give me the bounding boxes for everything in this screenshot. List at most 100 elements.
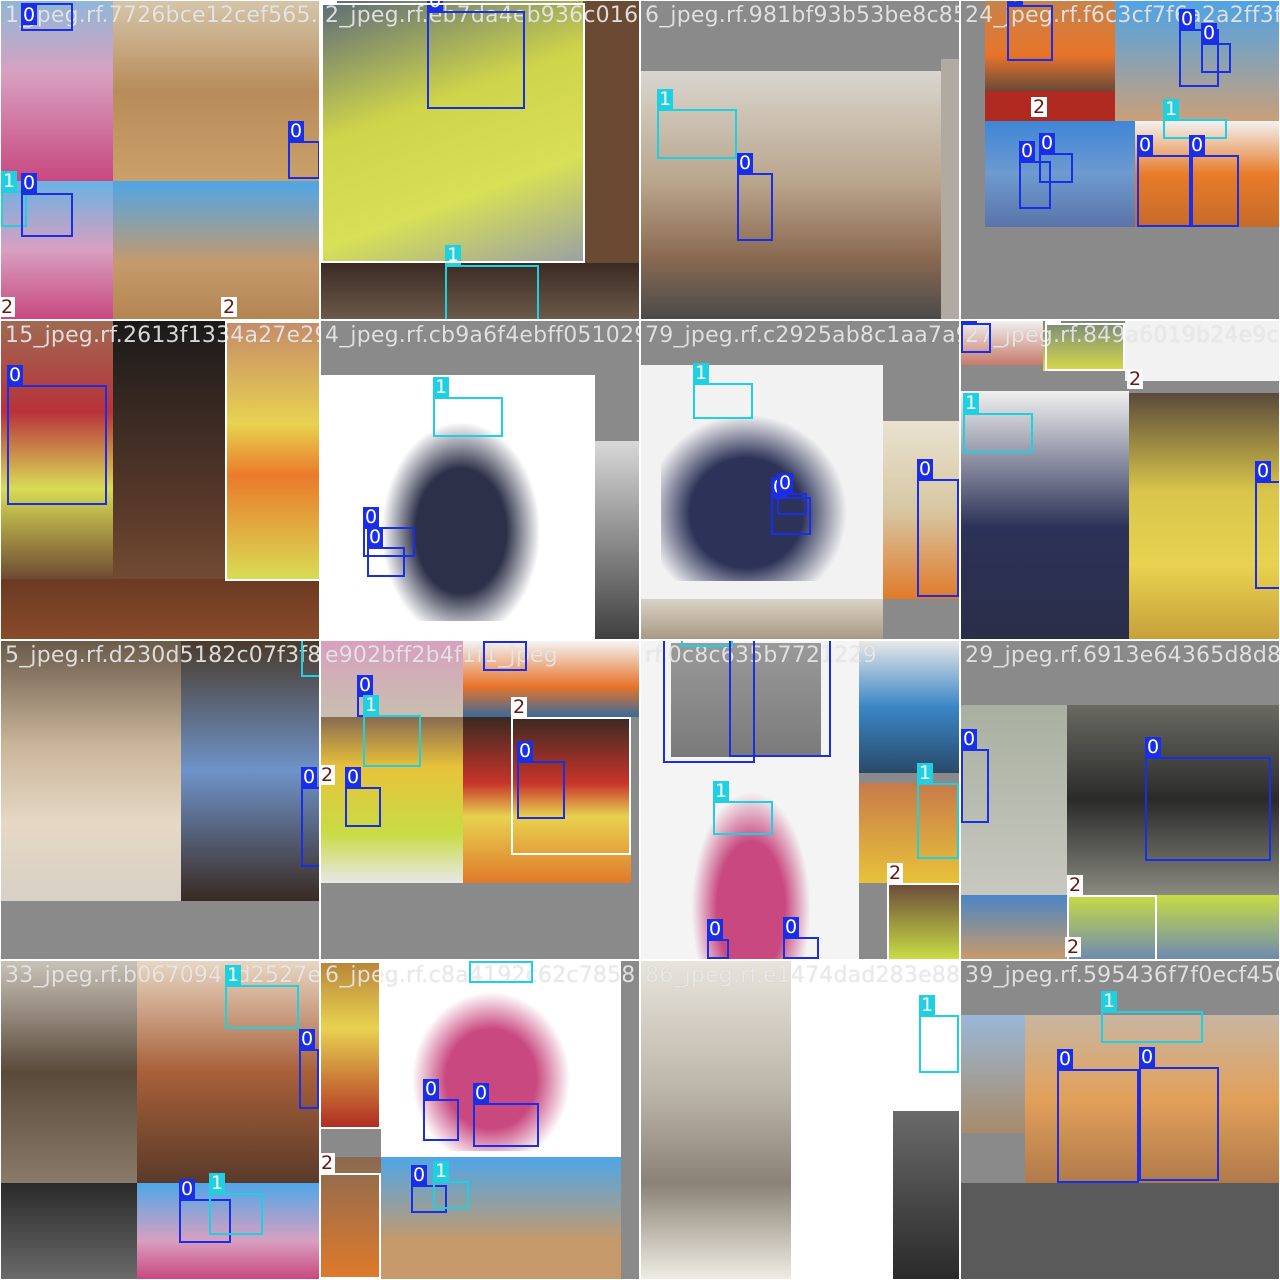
class-label: 2: [221, 296, 238, 318]
bbox: 2: [1031, 97, 1085, 129]
tile-title: 86_jpeg.rf.e1474dad283e884: [645, 963, 959, 988]
bbox: 2: [1127, 369, 1279, 401]
class-label: 0: [411, 1164, 428, 1186]
tile-title: 29_jpeg.rf.6913e64365d8d8dc: [965, 643, 1279, 668]
class-label: 0: [423, 1078, 440, 1100]
class-label: 2: [321, 1152, 336, 1174]
mosaic-tile: e902bff2b4f1f1_jpeg 0 0 1 0 2 0 2: [321, 641, 639, 959]
class-label: 0: [1057, 1048, 1074, 1070]
mosaic-tile: 27_jpeg.rf.849a6019b24e9c92 0 1 2 0 2: [961, 321, 1279, 639]
bbox: 0: [1201, 23, 1231, 73]
class-label: 0: [917, 458, 934, 480]
mosaic-tile: 5_jpeg.rf.d230d5182c07f3f8 1 0 0: [1, 641, 319, 959]
class-label: 0: [301, 766, 318, 788]
bbox: 0: [961, 321, 991, 353]
bbox: 0: [21, 3, 73, 31]
bbox: 0: [1057, 1049, 1139, 1183]
mosaic-tile: 33_jpeg.rf.b0670941d2527e99 1 0 0 1: [1, 961, 319, 1279]
class-label: 1: [919, 994, 936, 1016]
bbox: 1: [433, 377, 503, 437]
class-label: 0: [783, 916, 800, 938]
class-label: 2: [1, 296, 16, 318]
bbox: 0: [483, 641, 527, 671]
class-label: 2: [1065, 936, 1082, 958]
mosaic-tile: 24_jpeg.rf.f6c3cf7f6a2a2ff3f3 0 0 0 2 1 …: [961, 1, 1279, 319]
bbox: 2: [511, 697, 631, 855]
class-label: 0: [1255, 460, 1272, 482]
bbox: 0: [1255, 461, 1279, 589]
mosaic-tile: rf.0c8c635b7721229 0 1 0 1 1 0 0 2: [641, 641, 959, 959]
bbox: 0: [1137, 135, 1193, 227]
class-label: 1: [1163, 98, 1180, 120]
bbox: 0: [777, 473, 807, 515]
class-label: 1: [363, 694, 380, 716]
bbox: 0: [345, 767, 381, 827]
bbox: 1: [445, 245, 539, 319]
class-label: 1: [713, 780, 730, 802]
class-label: 0: [1019, 140, 1036, 162]
class-label: 1: [433, 1160, 450, 1182]
class-label: 0: [473, 1082, 490, 1104]
class-label: 0: [707, 918, 724, 940]
bbox: 2: [321, 1153, 381, 1279]
class-label: 0: [21, 4, 38, 26]
class-label: 2: [887, 862, 904, 884]
bbox: 1: [301, 641, 319, 677]
class-label: 1: [225, 964, 242, 986]
bbox: 2: [321, 1, 585, 263]
bbox: 0: [473, 1083, 539, 1147]
bbox: 0: [21, 173, 73, 237]
class-label: 0: [1139, 1046, 1156, 1068]
mosaic-tile: 6_jpeg.rf.981bf93b53be8c85bcbb9c 1 0: [641, 1, 959, 319]
class-label: 0: [1201, 22, 1218, 44]
bbox: 1: [209, 1173, 263, 1235]
class-label: 0: [299, 1028, 316, 1050]
class-label: 1: [963, 392, 980, 414]
bbox: 1: [713, 781, 773, 835]
bbox: 1: [693, 363, 753, 419]
class-label: 0: [1145, 736, 1162, 758]
bbox: 0: [737, 153, 773, 241]
tile-title: 39_jpeg.rf.595436f7f0ecf45009: [965, 963, 1279, 988]
class-label: 1: [1101, 990, 1118, 1012]
bbox: 0: [707, 919, 729, 959]
class-label: 1: [917, 762, 934, 784]
class-label: 0: [737, 152, 754, 174]
class-label: 2: [1067, 874, 1084, 896]
bbox: 1: [1101, 991, 1203, 1043]
bbox: 1: [963, 393, 1033, 453]
mosaic-grid: 1_jpeg.rf.7726bce12cef565..8_jpeg.rf 0 0…: [0, 0, 1280, 1280]
bbox: 0: [917, 459, 959, 597]
mosaic-tile: 6_jpeg.rf.c8a4192c62c7858 2 1 0 0 2 0 1: [321, 961, 639, 1279]
class-label: 2: [321, 764, 336, 786]
mosaic-tile: 1_jpeg.rf.7726bce12cef565..8_jpeg.rf 0 0…: [1, 1, 319, 319]
class-label: 2: [511, 696, 528, 718]
class-label: 1: [433, 376, 450, 398]
class-label: 0: [288, 120, 305, 142]
class-label: 0: [961, 321, 978, 323]
bbox: 2: [1045, 321, 1125, 371]
bbox: 1: [363, 695, 421, 767]
bbox: 1: [917, 763, 959, 859]
bbox: 0: [783, 917, 819, 959]
mosaic-tile: 2_jpeg.rf.eb7da4eb936c01601_jpeg 0 1 2: [321, 1, 639, 319]
bbox: 0: [299, 1029, 319, 1109]
class-label: 0: [7, 364, 24, 386]
class-label: 0: [1179, 8, 1196, 30]
mosaic-tile: 39_jpeg.rf.595436f7f0ecf45009 1 0 0: [961, 961, 1279, 1279]
bbox: 0: [7, 365, 107, 505]
bbox: 0: [1139, 1047, 1219, 1181]
tile-title: 4_jpeg.rf.cb9a6f4ebff0510296: [325, 323, 639, 348]
class-label: 0: [1039, 132, 1056, 154]
class-label: 0: [357, 674, 374, 696]
bbox: 0: [1145, 737, 1271, 861]
class-label: 0: [1189, 134, 1206, 156]
class-label: 0: [21, 172, 38, 194]
bbox: 1: [919, 995, 959, 1073]
class-label: 1: [1, 170, 18, 192]
bbox: 1: [225, 965, 299, 1029]
bbox: 0: [367, 527, 405, 577]
class-label: 2: [1127, 368, 1144, 390]
tile-title: 5_jpeg.rf.d230d5182c07f3f8: [5, 643, 319, 668]
bbox: 0: [961, 729, 989, 823]
